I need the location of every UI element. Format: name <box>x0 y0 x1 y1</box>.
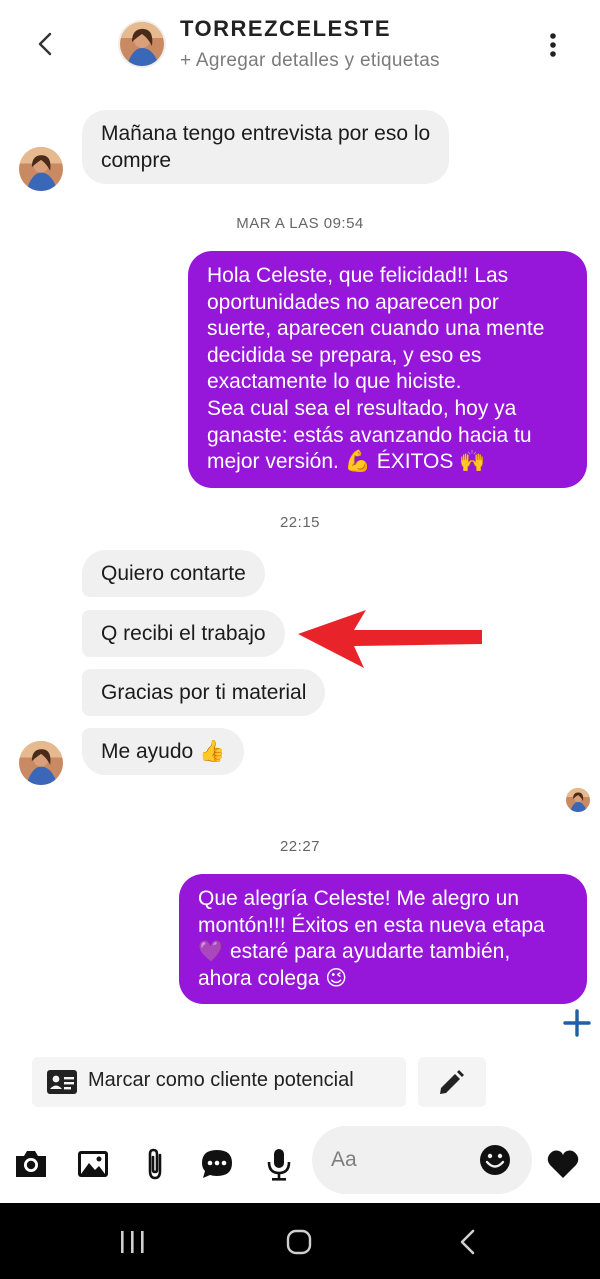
message-incoming[interactable]: Gracias por ti material <box>82 669 326 716</box>
message-incoming[interactable]: Quiero contarte <box>82 550 265 597</box>
message-line: ganaste: estás avanzando hacia tu <box>207 423 532 447</box>
message-incoming[interactable]: Mañana tengo entrevista por eso lo compr… <box>82 110 450 184</box>
mark-lead-label: Marcar como cliente potencial <box>88 1069 354 1091</box>
recent-apps-icon <box>121 1231 144 1253</box>
contact-avatar[interactable] <box>19 741 63 785</box>
message-outgoing[interactable]: Que alegría Celeste! Me alegro un montón… <box>179 874 587 1005</box>
message-input[interactable]: Aa <box>312 1126 532 1194</box>
gallery-button[interactable] <box>74 1145 112 1183</box>
emoji-icon <box>480 1145 510 1175</box>
chevron-left-icon <box>38 32 52 56</box>
message-incoming[interactable]: Me ayudo 👍 <box>82 728 245 775</box>
message-line: Mañana tengo entrevista por eso lo <box>101 122 431 145</box>
voice-button[interactable] <box>260 1145 298 1183</box>
message-line: oportunidades no aparecen por <box>207 290 499 314</box>
contact-name[interactable]: TORREZCELESTE <box>180 16 391 42</box>
contact-avatar[interactable] <box>118 20 166 68</box>
message-outgoing[interactable]: Hola Celeste, que felicidad!! Las oportu… <box>188 251 587 488</box>
message-line: compre <box>101 149 172 172</box>
message-line: montón!!! Éxitos en esta nueva etapa <box>198 913 545 937</box>
image-icon <box>78 1151 108 1177</box>
add-button[interactable] <box>562 1008 592 1038</box>
timestamp: 22:27 <box>279 838 321 855</box>
add-details-link[interactable]: + Agregar detalles y etiquetas <box>180 50 440 72</box>
heart-icon <box>547 1150 579 1178</box>
back-arrow-icon <box>460 1229 475 1255</box>
message-incoming[interactable]: Q recibi el trabajo <box>82 610 285 657</box>
system-navigation-bar <box>0 1203 600 1279</box>
message-line: Que alegría Celeste! Me alegro un <box>198 887 520 910</box>
annotation-arrow <box>298 610 482 668</box>
camera-button[interactable] <box>12 1145 50 1183</box>
attach-button[interactable] <box>136 1145 174 1183</box>
home-icon <box>286 1229 312 1255</box>
recent-apps-button[interactable] <box>114 1227 150 1257</box>
message-input-placeholder: Aa <box>331 1148 357 1171</box>
contact-card-icon <box>47 1070 77 1094</box>
emoji-button[interactable] <box>478 1143 512 1177</box>
system-back-button[interactable] <box>450 1227 486 1257</box>
microphone-icon <box>267 1149 291 1181</box>
message-line: Sea cual sea el resultado, hoy ya <box>207 396 517 420</box>
back-button[interactable] <box>30 28 62 60</box>
chat-button[interactable] <box>198 1145 236 1183</box>
pencil-icon <box>440 1070 464 1094</box>
timestamp: 22:15 <box>279 514 321 531</box>
like-button[interactable] <box>544 1145 582 1183</box>
plus-icon <box>563 1009 591 1037</box>
home-button[interactable] <box>281 1227 317 1257</box>
contact-avatar[interactable] <box>19 147 63 191</box>
message-line: 💜 estaré para ayudarte también, <box>198 940 511 964</box>
message-line: ahora colega 😉 <box>198 966 348 990</box>
message-line: exactamente lo que hiciste. <box>207 370 462 394</box>
edit-button[interactable] <box>418 1057 486 1107</box>
more-options-button[interactable] <box>540 30 566 60</box>
message-line: Hola Celeste, que felicidad!! Las <box>207 264 509 287</box>
paperclip-icon <box>148 1148 162 1180</box>
message-line: suerte, aparecen cuando una mente <box>207 317 545 341</box>
conversation-header: TORREZCELESTE + Agregar detalles y etiqu… <box>0 0 600 92</box>
message-line: mejor versión. 💪 ÉXITOS 🙌 <box>207 450 486 474</box>
camera-icon <box>16 1151 46 1177</box>
mark-lead-button[interactable]: Marcar como cliente potencial <box>32 1057 406 1107</box>
timestamp: MAR A LAS 09:54 <box>236 215 364 232</box>
message-line: decidida se prepara, y eso es <box>207 343 482 367</box>
seen-indicator-avatar <box>566 788 590 812</box>
more-vertical-icon <box>550 33 556 57</box>
chat-bubble-icon <box>202 1150 232 1178</box>
